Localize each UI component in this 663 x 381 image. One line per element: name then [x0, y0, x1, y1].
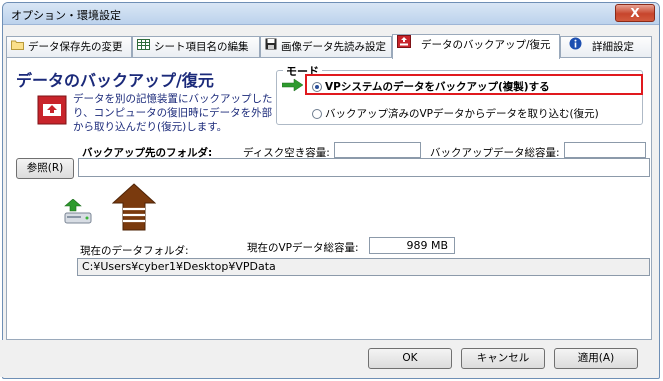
tab-label: シート項目名の編集 — [154, 41, 249, 53]
tab-label: データのバックアップ/復元 — [421, 39, 551, 51]
info-icon — [569, 37, 582, 57]
current-folder-path: C:¥Users¥cyber1¥Desktop¥VPData — [77, 258, 650, 276]
radio-unselected-icon — [312, 109, 322, 119]
tab-label: 画像データ先読み設定 — [281, 41, 386, 53]
backup-total-value — [564, 142, 646, 158]
backup-folder-input[interactable] — [78, 158, 650, 177]
table-icon — [137, 37, 150, 57]
cancel-button[interactable]: キャンセル — [461, 348, 545, 369]
folder-icon — [11, 37, 24, 57]
backup-radio[interactable]: VPシステムのデータをバックアップ(複製)する — [312, 79, 550, 94]
restore-radio-label: バックアップ済みのVPデータからデータを取り込む(復元) — [325, 108, 599, 120]
tab-backup-restore[interactable]: データのバックアップ/復元 — [392, 34, 560, 59]
tab-advanced-settings[interactable]: 詳細設定 — [560, 36, 652, 58]
large-up-arrow-icon — [111, 183, 157, 234]
backup-icon — [37, 95, 67, 128]
backup-drive-icon — [63, 198, 95, 228]
tab-image-preload[interactable]: 画像データ先読み設定 — [260, 36, 392, 58]
arrow-right-icon — [281, 78, 304, 95]
tab-label: 詳細設定 — [592, 41, 634, 53]
tab-label: データ保存先の変更 — [28, 41, 123, 53]
backup-radio-label: VPシステムのデータをバックアップ(複製)する — [325, 81, 550, 93]
current-total-label: 現在のVPデータ総容量: — [247, 242, 359, 254]
title-bar: オプション・環境設定 X — [3, 3, 659, 25]
description-text: データを別の記憶装置にバックアップしたり、コンピュータの復旧時にデータを外部から… — [73, 93, 273, 133]
disk-free-value — [334, 142, 421, 158]
tab-sheet-item-names[interactable]: シート項目名の編集 — [132, 36, 260, 58]
radio-selected-icon — [312, 82, 322, 92]
tab-bar: データ保存先の変更 シート項目名の編集 画像データ先読み設定 データのバックアッ… — [6, 34, 652, 59]
page-title: データのバックアップ/復元 — [16, 71, 214, 90]
apply-button[interactable]: 適用(A) — [554, 348, 638, 369]
close-button[interactable]: X — [615, 4, 655, 22]
window-title: オプション・環境設定 — [11, 9, 121, 22]
tab-save-location[interactable]: データ保存先の変更 — [6, 36, 132, 58]
current-folder-label: 現在のデータフォルダ: — [80, 245, 189, 257]
ok-button[interactable]: OK — [368, 348, 452, 369]
restore-radio[interactable]: バックアップ済みのVPデータからデータを取り込む(復元) — [312, 106, 599, 121]
backup-icon — [397, 35, 411, 55]
current-total-value: 989 MB — [369, 237, 455, 254]
save-icon — [265, 37, 277, 57]
browse-button[interactable]: 参照(R) — [16, 158, 74, 179]
